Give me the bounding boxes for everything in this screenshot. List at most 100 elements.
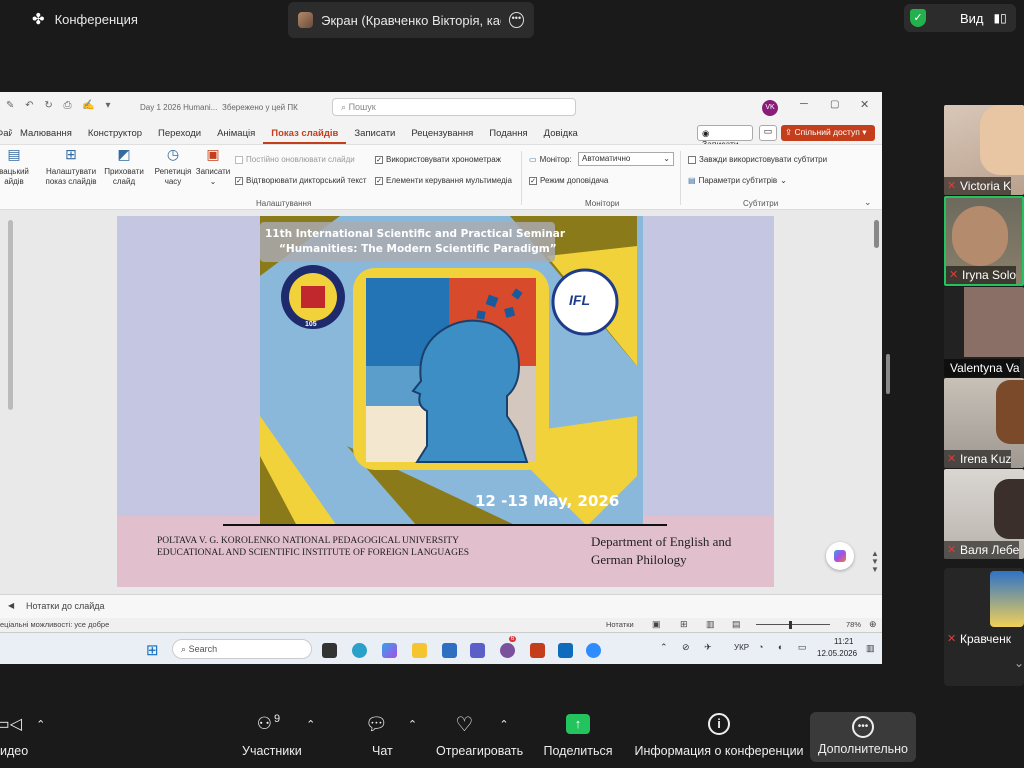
taskbar-search[interactable]: ⌕ Search [172,639,312,659]
zoom-slider[interactable] [756,624,830,625]
scroll-arrows-icon[interactable]: ▲ ▼ ▼ [871,550,879,574]
keep-updated-checkbox[interactable]: Постійно оновлювати слайди [235,155,355,164]
tab-design[interactable]: Конструктор [80,122,150,144]
notes-pane[interactable]: Нотатки до слайда ◀ [0,594,882,618]
participants-button[interactable]: ⚇ 9 ⌃ Участники [236,704,336,758]
participant-video [964,287,1024,357]
collapse-ribbon-icon[interactable]: ⌄ [864,197,872,208]
chat-icon: 💬︎ [364,713,388,734]
setup-show-button[interactable]: ⊞ Налаштувати показ слайдів [40,147,102,187]
participant-tile[interactable]: ✕ Victoria K [944,105,1024,195]
participant-name: Victoria K [960,179,1012,193]
rehearse-timings-button[interactable]: ◷ Репетиція часу [152,147,194,187]
comments-icon[interactable]: ▭ [759,125,777,141]
notes-toggle[interactable]: Нотатки [606,620,634,629]
zoom-percent[interactable]: 78% [846,620,861,629]
chevron-up-icon[interactable]: ⌃ [499,718,508,731]
record-slide-button[interactable]: ▣ Записати ⌄ [194,147,232,187]
minimize-icon[interactable]: ─ [800,98,808,110]
participant-tile[interactable]: ✕ Валя Лебе [944,469,1024,559]
windows-start-icon[interactable]: ⊞ [146,641,159,659]
custom-show-button[interactable]: ▤ вацький айдів [0,147,32,187]
more-button[interactable]: ••• Дополнительно [810,712,916,762]
view-slideshow-icon[interactable]: ▤ [732,619,741,630]
slide-artwork [117,216,774,587]
hide-slide-label-2: слайд [112,177,136,186]
zoom-thumb[interactable] [789,621,792,629]
participant-tile[interactable]: Valentyna Va [944,287,1024,377]
video-button[interactable]: ▭◁ ⌃ идео [0,704,48,758]
chat-button[interactable]: 💬︎ ⌃ Чат [356,704,426,759]
right-scrollbar[interactable] [874,220,879,248]
tab-help[interactable]: Довідка [536,122,586,144]
clock-date[interactable]: 12.05.2026 [817,649,857,658]
panel-splitter[interactable] [886,354,890,394]
presenter-view-checkbox[interactable]: ✓ Режим доповідача [529,176,608,185]
timings-checkbox[interactable]: ✓ Використовувати хронометраж [375,155,501,164]
view-reading-icon[interactable]: ▥ [706,619,715,630]
tab-file[interactable]: Файл [0,122,12,144]
tab-transitions[interactable]: Переходи [150,122,209,144]
task-view-icon[interactable] [322,643,337,658]
view-sorter-icon[interactable]: ⊞ [680,619,688,630]
chevron-up-icon[interactable]: ⌃ [408,718,417,731]
copilot-app-icon[interactable] [382,643,397,658]
university-line1: POLTAVA V. G. KOROLENKO NATIONAL PEDAGOG… [157,536,460,546]
subtitle-settings-button[interactable]: ▤ Параметри субтитрів ⌄ [688,176,787,185]
search-box[interactable]: ⌕ Пошук [332,98,576,116]
more-options-icon[interactable]: ••• [508,12,524,28]
participant-name: Irena Kuz [960,452,1012,466]
share-screen-button[interactable]: ↑ Поделиться [540,704,616,758]
chevron-down-icon[interactable]: ⌄ [1014,656,1024,670]
hide-slide-button[interactable]: ◩ Приховати слайд [104,147,144,187]
slide[interactable]: 11th International Scientific and Practi… [117,216,774,587]
view-normal-icon[interactable]: ▣ [652,619,661,630]
accessibility-status[interactable]: еціальні можливості: усе добре [0,620,109,629]
network-volume-battery-icons[interactable]: ◔ ◐ ▭ [758,642,812,653]
react-button[interactable]: ♡ ⌃ Отреагировать [434,704,530,759]
viber-icon[interactable] [500,643,515,658]
participant-name-tag: Valentyna Va [944,359,1020,377]
tab-animation[interactable]: Анімація [209,122,263,144]
clock-time[interactable]: 11:21 [834,637,853,646]
monitor-select[interactable]: Автоматично ⌄ [578,152,674,166]
view-control[interactable]: ✓ Вид ▮▯ [904,4,1016,32]
store-icon[interactable] [442,643,457,658]
media-controls-checkbox[interactable]: ✓ Елементи керування мультимедіа [375,176,512,185]
fit-slide-icon[interactable]: ⊕ [869,619,877,630]
keyboard-language[interactable]: УКР [734,643,749,652]
teams-icon[interactable] [470,643,485,658]
tab-slide-show[interactable]: Показ слайдів [263,122,347,144]
tab-draw[interactable]: Малювання [12,122,80,144]
presenter-tile[interactable]: ✕ Кравченк ⌄ [944,568,1024,686]
user-avatar[interactable]: VK [762,100,778,116]
participant-tile-active-speaker[interactable]: ✕ Iryna Solo [944,196,1024,286]
tab-view[interactable]: Подання [481,122,535,144]
outlook-icon[interactable] [558,643,573,658]
maximize-icon[interactable]: ▢ [830,99,839,110]
heart-icon: ♡ [455,713,474,736]
screen-share-tab[interactable]: Экран (Кравченко Вікторія, кафе ••• [288,2,534,38]
powerpoint-app-icon[interactable] [530,643,545,658]
meeting-info-toolbar-button[interactable]: i Информация о конференции [632,704,806,758]
tray-icons[interactable]: ⌃ ⊘ ✈ [660,642,718,653]
timings-label: Використовувати хронометраж [386,155,502,164]
copilot-icon[interactable] [826,542,854,570]
chevron-up-icon[interactable]: ⌃ [306,718,315,731]
file-explorer-icon[interactable] [412,643,427,658]
share-button[interactable]: ⇪ Спільний доступ ▾ [781,125,875,141]
participant-tile[interactable]: ✕ Irena Kuz [944,378,1024,468]
tab-record[interactable]: Записати [346,122,403,144]
edge-icon[interactable] [352,643,367,658]
tab-review[interactable]: Рецензування [403,122,481,144]
notification-center-icon[interactable]: ▥ [866,643,875,654]
record-icon: ◉ [702,128,710,138]
chevron-up-icon[interactable]: ⌃ [36,718,45,731]
meeting-info-button[interactable]: ✤ Конференция [32,10,138,28]
subtitles-checkbox[interactable]: Завжди використовувати субтитри [688,155,827,164]
vertical-scrollbar[interactable] [8,220,13,410]
record-button[interactable]: ◉ Записати [697,125,753,149]
close-icon[interactable]: ✕ [860,98,869,111]
zoom-app-icon[interactable] [586,643,601,658]
narration-checkbox[interactable]: ✓ Відтворювати дикторський текст [235,176,367,185]
